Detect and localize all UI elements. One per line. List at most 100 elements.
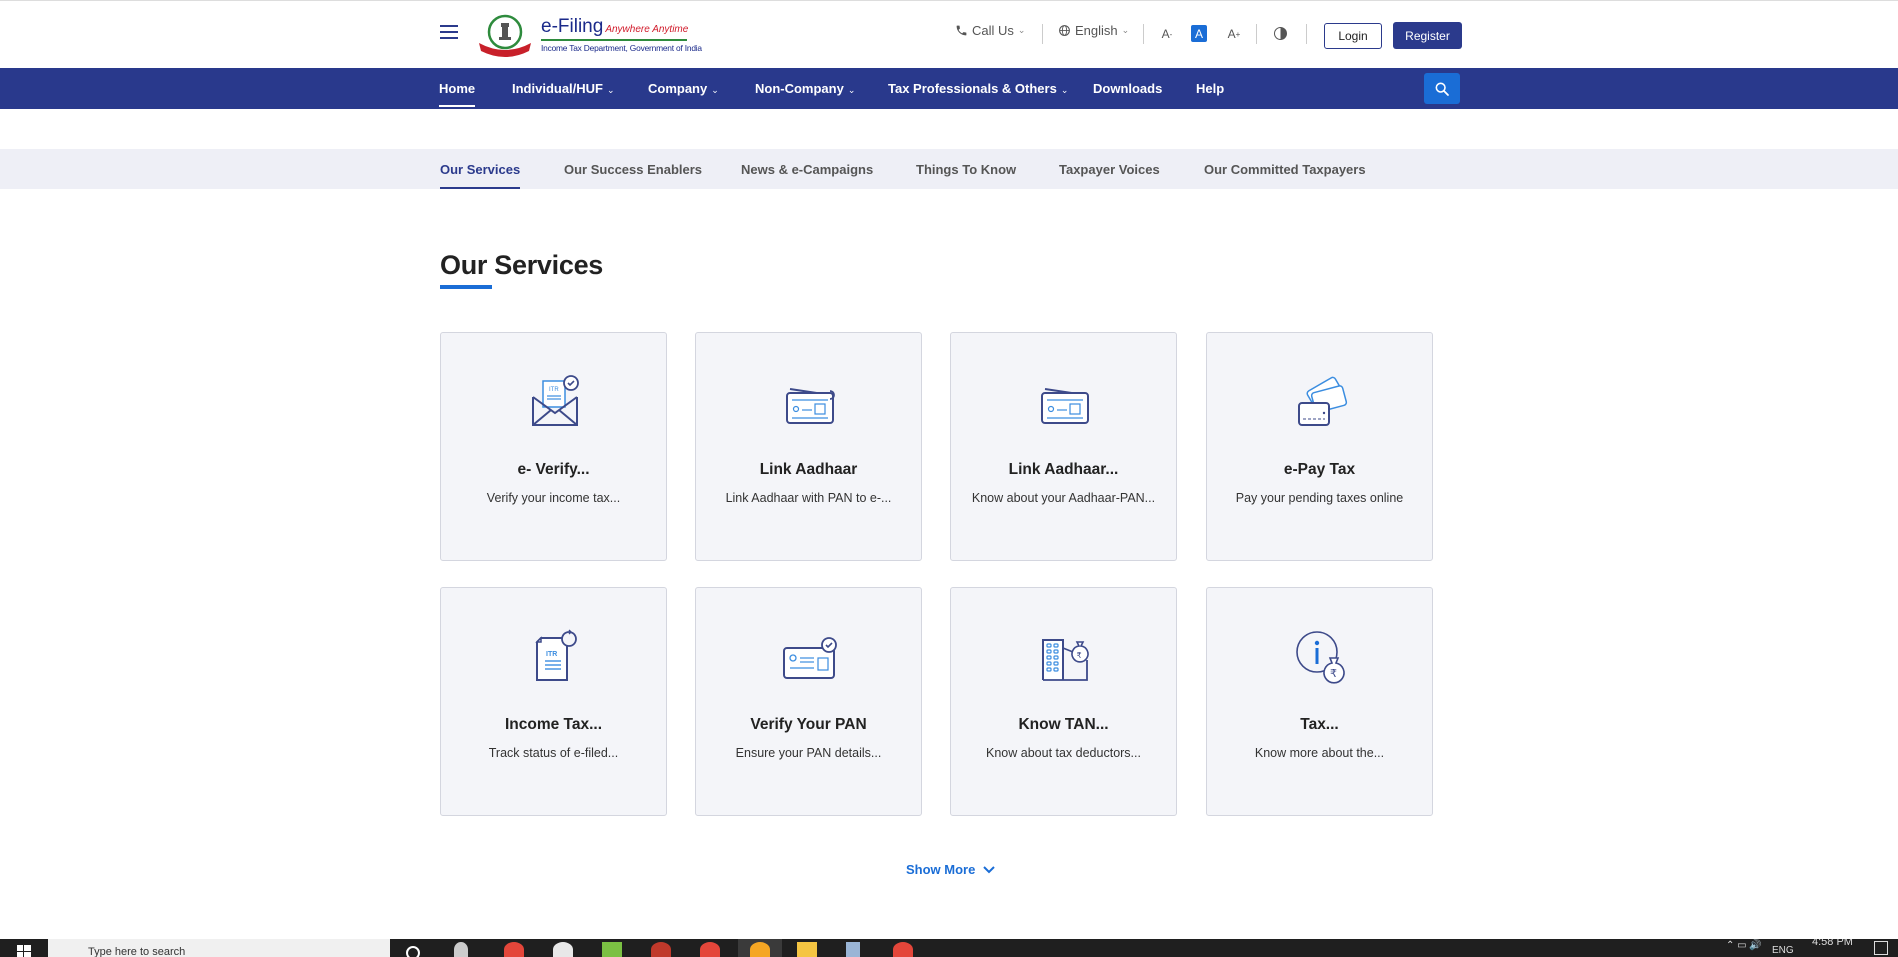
notifications-icon[interactable] <box>1874 941 1888 955</box>
id-cards-link-icon <box>786 388 835 424</box>
font-normal-button[interactable]: A <box>1191 25 1207 42</box>
service-card-know-tan[interactable]: ₹ Know TAN... Know about tax deductors..… <box>950 587 1177 816</box>
app-icon[interactable] <box>553 942 573 957</box>
chrome-icon[interactable] <box>504 942 524 957</box>
card-title: Know TAN... <box>1018 716 1109 733</box>
chevron-down-icon: ⌄ <box>1060 85 1069 95</box>
tab-taxpayer-voices[interactable]: Taxpayer Voices <box>1059 149 1160 189</box>
service-card-tax-info[interactable]: ₹ Tax... Know more about the... <box>1206 587 1433 816</box>
app-icon[interactable] <box>750 942 770 957</box>
card-description: Know more about the... <box>1254 746 1385 760</box>
nav-home[interactable]: Home <box>439 68 476 109</box>
envelope-itr-check-icon: ITR <box>532 375 579 426</box>
card-title: Link Aadhaar... <box>1008 461 1119 478</box>
chrome-icon[interactable] <box>700 942 720 957</box>
nav-tax-professionals[interactable]: Tax Professionals & Others ⌄ <box>888 68 1068 109</box>
language-label: English <box>1075 23 1118 38</box>
nav-non-company[interactable]: Non-Company ⌄ <box>755 68 855 109</box>
service-card-e-pay-tax[interactable]: e-Pay Tax Pay your pending taxes online <box>1206 332 1433 561</box>
section-tabs: Our Services Our Success Enablers News &… <box>0 149 1898 189</box>
card-description: Ensure your PAN details... <box>735 746 882 760</box>
service-card-verify-pan[interactable]: Verify Your PAN Ensure your PAN details.… <box>695 587 922 816</box>
cortana-icon[interactable] <box>406 946 420 957</box>
system-tray-icons[interactable]: ⌃ ▭ 🔊 <box>1726 940 1762 951</box>
building-moneybag-icon: ₹ <box>1042 639 1089 681</box>
app-icon[interactable] <box>651 942 671 957</box>
taskbar-search-input[interactable]: Type here to search <box>48 939 390 957</box>
language-indicator[interactable]: ENG <box>1772 945 1794 956</box>
card-description: Link Aadhaar with PAN to e-... <box>725 491 892 505</box>
file-explorer-icon[interactable] <box>797 942 817 957</box>
service-card-e-verify[interactable]: ITR e- Verify... Verify your income tax.… <box>440 332 667 561</box>
app-icon[interactable] <box>846 942 860 957</box>
font-increase-button[interactable]: A + <box>1225 25 1243 43</box>
chevron-down-icon: ⌄ <box>1121 25 1130 35</box>
main-nav: Home Individual/HUF ⌄ Company ⌄ Non-Compan… <box>0 68 1898 109</box>
title-underline <box>440 285 492 289</box>
search-button[interactable] <box>1424 73 1460 104</box>
login-button[interactable]: Login <box>1324 23 1382 49</box>
language-dropdown[interactable]: English ⌄ <box>1058 23 1129 38</box>
task-view-icon[interactable] <box>454 942 468 957</box>
pan-card-check-icon <box>783 637 837 679</box>
card-title: Verify Your PAN <box>750 716 867 733</box>
card-description: Verify your income tax... <box>486 491 621 505</box>
logo-divider <box>541 39 687 41</box>
svg-text:₹: ₹ <box>1330 667 1337 680</box>
card-description: Track status of e-filed... <box>488 746 619 760</box>
service-card-link-aadhaar[interactable]: Link Aadhaar Link Aadhaar with PAN to e-… <box>695 332 922 561</box>
card-title: Income Tax... <box>504 716 603 733</box>
contrast-toggle-icon[interactable] <box>1274 27 1287 40</box>
chrome-icon[interactable] <box>893 942 913 957</box>
chevron-down-icon: ⌄ <box>847 85 856 95</box>
menu-icon[interactable] <box>440 25 458 39</box>
nav-downloads[interactable]: Downloads <box>1093 68 1162 109</box>
info-moneybag-icon: ₹ <box>1296 631 1345 684</box>
clock[interactable]: 4:58 PM <box>1812 939 1853 948</box>
nav-individual-huf[interactable]: Individual/HUF ⌄ <box>512 68 615 109</box>
top-header: e-Filing Anywhere Anytime Income Tax Depa… <box>0 0 1898 68</box>
os-taskbar: Type here to search ⌃ ▭ 🔊 ENG 4:58 PM <box>0 939 1898 957</box>
emblem-icon <box>479 14 531 57</box>
tab-our-services[interactable]: Our Services <box>440 149 521 189</box>
efiling-logo[interactable]: e-Filing Anywhere Anytime Income Tax Depa… <box>475 11 702 57</box>
chevron-down-icon: ⌄ <box>1017 25 1026 35</box>
nav-help[interactable]: Help <box>1196 68 1224 109</box>
card-description: Know about your Aadhaar-PAN... <box>971 491 1156 505</box>
call-us-dropdown[interactable]: Call Us ⌄ <box>955 23 1025 38</box>
card-description: Know about tax deductors... <box>986 746 1141 760</box>
tab-news-e-campaigns[interactable]: News & e-Campaigns <box>741 149 873 189</box>
windows-start-button[interactable] <box>0 939 48 957</box>
svg-text:₹: ₹ <box>1077 651 1082 660</box>
card-title: e- Verify... <box>517 461 590 478</box>
card-description: Pay your pending taxes online <box>1235 491 1404 505</box>
phone-icon <box>956 25 967 36</box>
search-icon <box>1435 82 1449 96</box>
chevron-down-icon: ⌄ <box>607 85 615 95</box>
card-title: Tax... <box>1300 716 1339 733</box>
service-card-income-tax-status[interactable]: ITR Income Tax... Track status of e-file… <box>440 587 667 816</box>
windows-logo-icon <box>17 945 31 957</box>
show-more-button[interactable]: Show More <box>906 862 996 877</box>
font-decrease-button[interactable]: A- <box>1158 25 1176 43</box>
logo-subtitle: Income Tax Department, Government of Ind… <box>541 43 702 53</box>
divider <box>1143 24 1144 44</box>
card-title: Link Aadhaar <box>759 461 858 478</box>
nav-company[interactable]: Company ⌄ <box>648 68 719 109</box>
id-cards-icon <box>1041 388 1089 424</box>
wallet-cards-icon <box>1298 376 1348 426</box>
divider <box>1042 24 1043 44</box>
service-card-link-aadhaar-status[interactable]: Link Aadhaar... Know about your Aadhaar-… <box>950 332 1177 561</box>
itr-refresh-icon: ITR <box>535 629 577 681</box>
app-icon[interactable] <box>602 942 622 957</box>
tab-our-success-enablers[interactable]: Our Success Enablers <box>564 149 702 189</box>
section-title: Our Services <box>440 250 604 280</box>
divider <box>1306 24 1307 44</box>
svg-text:ITR: ITR <box>549 387 559 393</box>
chevron-down-icon: ⌄ <box>711 85 719 95</box>
svg-text:ITR: ITR <box>546 651 557 658</box>
tab-things-to-know[interactable]: Things To Know <box>916 149 1016 189</box>
register-button[interactable]: Register <box>1393 22 1462 49</box>
card-title: e-Pay Tax <box>1283 461 1356 478</box>
tab-our-committed-taxpayers[interactable]: Our Committed Taxpayers <box>1204 149 1366 189</box>
